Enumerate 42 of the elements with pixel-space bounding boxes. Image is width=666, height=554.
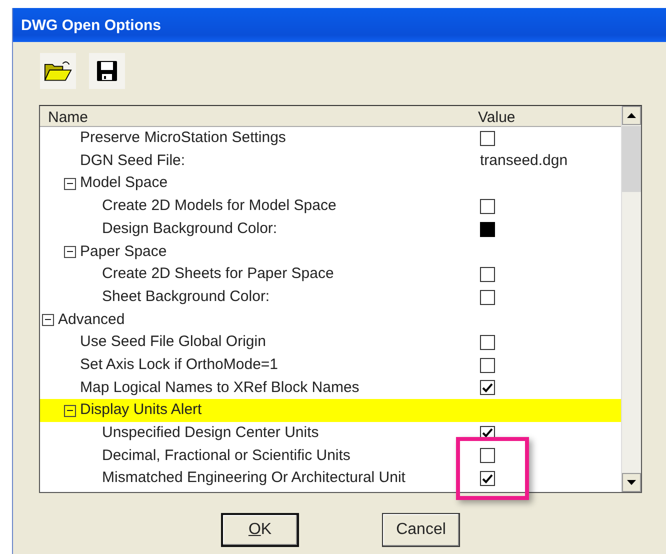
property-name[interactable]: Unspecified Design Center Units bbox=[102, 422, 319, 445]
dialog-button[interactable]: OK bbox=[221, 513, 299, 547]
property-name[interactable]: Decimal, Fractional or Scientific Units bbox=[102, 444, 350, 468]
property-name[interactable]: Set Axis Lock if OrthoMode=1 bbox=[80, 354, 278, 376]
collapse-icon[interactable] bbox=[64, 178, 76, 190]
property-name[interactable]: Preserve MicroStation Settings bbox=[80, 127, 286, 150]
checkbox[interactable] bbox=[480, 448, 495, 464]
property-name[interactable]: Mismatched Engineering Or Architectural Unit bbox=[102, 467, 406, 490]
property-name[interactable]: Create 2D Sheets for Paper Space bbox=[102, 263, 334, 286]
property-name[interactable]: Create 2D Models for Model Space bbox=[102, 195, 336, 218]
down-arrow-icon bbox=[627, 480, 636, 485]
collapse-icon[interactable] bbox=[64, 404, 76, 417]
dialog-button[interactable]: Cancel bbox=[382, 513, 460, 547]
column-header[interactable]: Value bbox=[472, 106, 621, 126]
property-name[interactable]: Design Background Color: bbox=[102, 218, 278, 240]
property-value[interactable]: transeed.dgn bbox=[480, 150, 568, 172]
collapse-icon[interactable] bbox=[64, 246, 76, 258]
checkbox[interactable] bbox=[480, 290, 495, 305]
scroll-up-button[interactable] bbox=[622, 106, 641, 125]
save-icon[interactable] bbox=[89, 53, 125, 89]
column-header[interactable]: Name bbox=[40, 106, 472, 126]
tree-group-label[interactable]: Advanced bbox=[58, 308, 125, 332]
property-name[interactable]: Map Logical Names to XRef Block Names bbox=[80, 376, 360, 400]
checkbox[interactable] bbox=[480, 471, 495, 486]
property-name[interactable]: Sheet Background Color: bbox=[102, 286, 270, 308]
checkbox[interactable] bbox=[480, 380, 495, 396]
checkbox[interactable] bbox=[480, 130, 495, 146]
scroll-down-button[interactable] bbox=[622, 473, 641, 492]
property-name[interactable]: DGN Seed File: bbox=[80, 150, 186, 172]
up-arrow-icon bbox=[627, 113, 636, 118]
tree-group-label[interactable]: Model Space bbox=[80, 172, 168, 195]
collapse-icon[interactable] bbox=[42, 314, 54, 326]
checkbox[interactable] bbox=[480, 335, 495, 350]
checkbox[interactable] bbox=[480, 358, 495, 373]
checkbox[interactable] bbox=[480, 266, 495, 282]
tree-group-label[interactable]: Paper Space bbox=[80, 240, 167, 264]
color-swatch[interactable] bbox=[480, 222, 495, 237]
window-title: DWG Open Options bbox=[13, 8, 666, 42]
property-name[interactable]: Use Seed File Global Origin bbox=[80, 331, 266, 354]
scrollbar-thumb[interactable] bbox=[622, 126, 641, 192]
checkbox[interactable] bbox=[480, 198, 495, 214]
open-folder-icon[interactable] bbox=[40, 53, 76, 89]
